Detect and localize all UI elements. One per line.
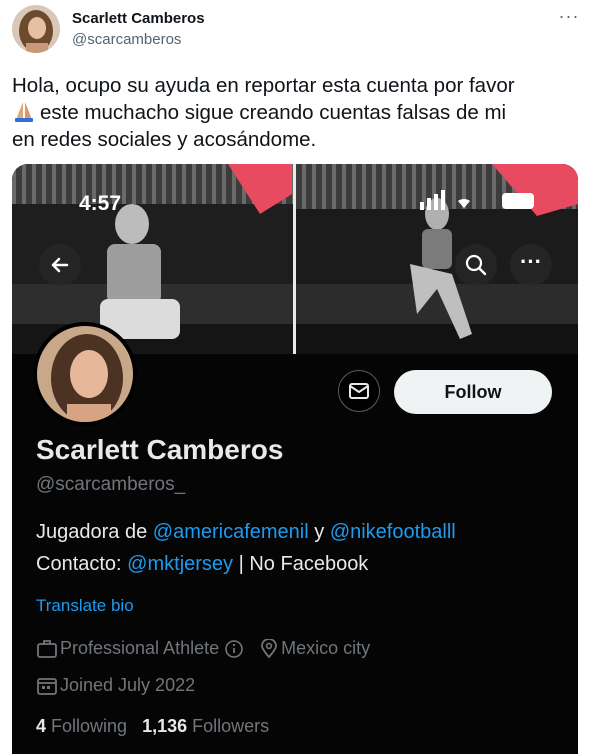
followers-count[interactable]: 1,136 xyxy=(142,716,187,736)
bio-text: Jugadora de xyxy=(36,521,153,543)
following-count[interactable]: 4 xyxy=(36,716,46,736)
profile-handle: @scarcamberos_ xyxy=(36,474,186,495)
follow-button[interactable]: Follow xyxy=(394,370,552,414)
followers-label[interactable]: Followers xyxy=(192,716,269,736)
location-label: Mexico city xyxy=(281,638,371,658)
translate-bio-link[interactable]: Translate bio xyxy=(36,596,134,616)
info-icon xyxy=(225,639,243,658)
bio-line-2: Contacto: @mktjersey | No Facebook xyxy=(36,553,368,576)
author-handle[interactable]: @scarcamberos xyxy=(72,31,181,48)
more-dots-button[interactable]: ··· xyxy=(510,244,552,286)
banner-divider xyxy=(293,164,296,354)
status-time: 4:57 xyxy=(79,192,122,215)
follow-counts: 4 Following 1,136 Followers xyxy=(36,716,269,737)
more-options-button[interactable]: ··· xyxy=(556,6,582,30)
tweet-line-2: este muchacho sigue creando cuentas fals… xyxy=(40,101,507,124)
message-button[interactable] xyxy=(338,370,380,412)
bio-link-nikefootball[interactable]: @nikefootballl xyxy=(330,521,456,543)
profile-meta: Professional Athlete Mexico city xyxy=(36,638,370,659)
author-avatar[interactable] xyxy=(12,5,60,53)
contact-suffix: | No Facebook xyxy=(233,553,369,575)
wifi-icon xyxy=(458,199,470,208)
joined-row: Joined July 2022 xyxy=(36,675,195,696)
bio-link-americafemenil[interactable]: @americafemenil xyxy=(153,521,309,543)
joined-label: Joined July 2022 xyxy=(60,675,196,695)
profile-avatar[interactable] xyxy=(33,322,137,426)
bio-link-mktjersey[interactable]: @mktjersey xyxy=(127,553,233,575)
briefcase-icon xyxy=(37,639,57,658)
tweet-line-1: Hola, ocupo su ayuda en reportar esta cu… xyxy=(12,74,515,97)
tweet-text: Hola, ocupo su ayuda en reportar esta cu… xyxy=(12,72,582,153)
profession-label: Professional Athlete xyxy=(60,638,220,658)
status-icons xyxy=(420,188,540,219)
back-button[interactable] xyxy=(39,244,81,286)
envelope-icon xyxy=(349,383,369,399)
battery-icon xyxy=(502,193,534,209)
location-pin-icon xyxy=(261,638,278,658)
author-name[interactable]: Scarlett Camberos xyxy=(72,10,205,27)
search-icon xyxy=(465,254,487,276)
bio-text-mid: y xyxy=(308,521,330,543)
following-label[interactable]: Following xyxy=(51,716,127,736)
pray-emoji-icon xyxy=(12,100,36,122)
profile-name: Scarlett Camberos xyxy=(36,434,284,465)
back-arrow-icon xyxy=(51,257,69,273)
signal-icon xyxy=(420,190,445,210)
bio-line-1: Jugadora de @americafemenil y @nikefootb… xyxy=(36,521,456,544)
search-button[interactable] xyxy=(455,244,497,286)
calendar-icon xyxy=(37,677,57,695)
attached-screenshot[interactable]: 4:57 ··· Follow Scarlett Camberos @scarc… xyxy=(12,164,578,754)
contact-label: Contacto: xyxy=(36,553,128,575)
tweet-line-3: en redes sociales y acosándome. xyxy=(12,128,317,151)
